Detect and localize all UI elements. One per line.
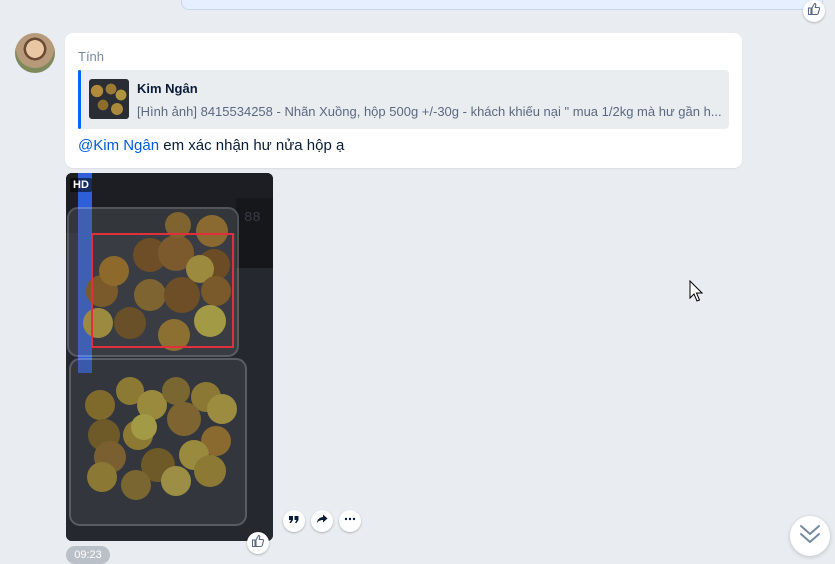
previous-like-button[interactable] <box>803 0 825 22</box>
message-time: 09:23 <box>66 546 110 564</box>
photo-message[interactable]: 88 HD <box>66 173 273 541</box>
hd-badge: HD <box>70 178 92 192</box>
message-text: @Kim Ngân em xác nhận hư nửa hộp ạ <box>78 137 344 154</box>
reply-quote-button[interactable] <box>283 510 305 532</box>
longan-photo: 88 <box>66 173 273 541</box>
sender-avatar[interactable] <box>15 33 55 73</box>
more-icon <box>344 512 356 530</box>
mention-link[interactable]: @Kim Ngân <box>78 137 159 154</box>
quoted-author: Kim Ngân <box>137 81 198 96</box>
more-button[interactable] <box>339 510 361 532</box>
quote-icon <box>288 512 300 530</box>
double-chevron-down-icon <box>797 521 823 552</box>
message-bubble[interactable]: Tính Kim Ngân [Hình ảnh] 8415534258 - Nh… <box>65 33 742 168</box>
previous-message-bubble[interactable] <box>181 0 823 10</box>
quoted-image-thumbnail <box>89 79 129 119</box>
message-body: em xác nhận hư nửa hộp ạ <box>159 137 345 154</box>
quote-accent-bar <box>78 70 81 129</box>
share-icon <box>316 512 328 530</box>
share-button[interactable] <box>311 510 333 532</box>
svg-text:88: 88 <box>244 210 261 226</box>
thumb-up-icon <box>251 534 265 553</box>
quoted-message[interactable]: Kim Ngân [Hình ảnh] 8415534258 - Nhãn Xu… <box>78 70 729 129</box>
sender-name: Tính <box>78 49 105 64</box>
photo-like-button[interactable] <box>247 532 269 554</box>
scroll-to-bottom-button[interactable] <box>790 516 830 556</box>
quoted-text: [Hình ảnh] 8415534258 - Nhãn Xuồng, hộp … <box>137 104 722 119</box>
mouse-cursor-icon <box>689 279 704 307</box>
thumb-up-icon <box>807 2 821 21</box>
